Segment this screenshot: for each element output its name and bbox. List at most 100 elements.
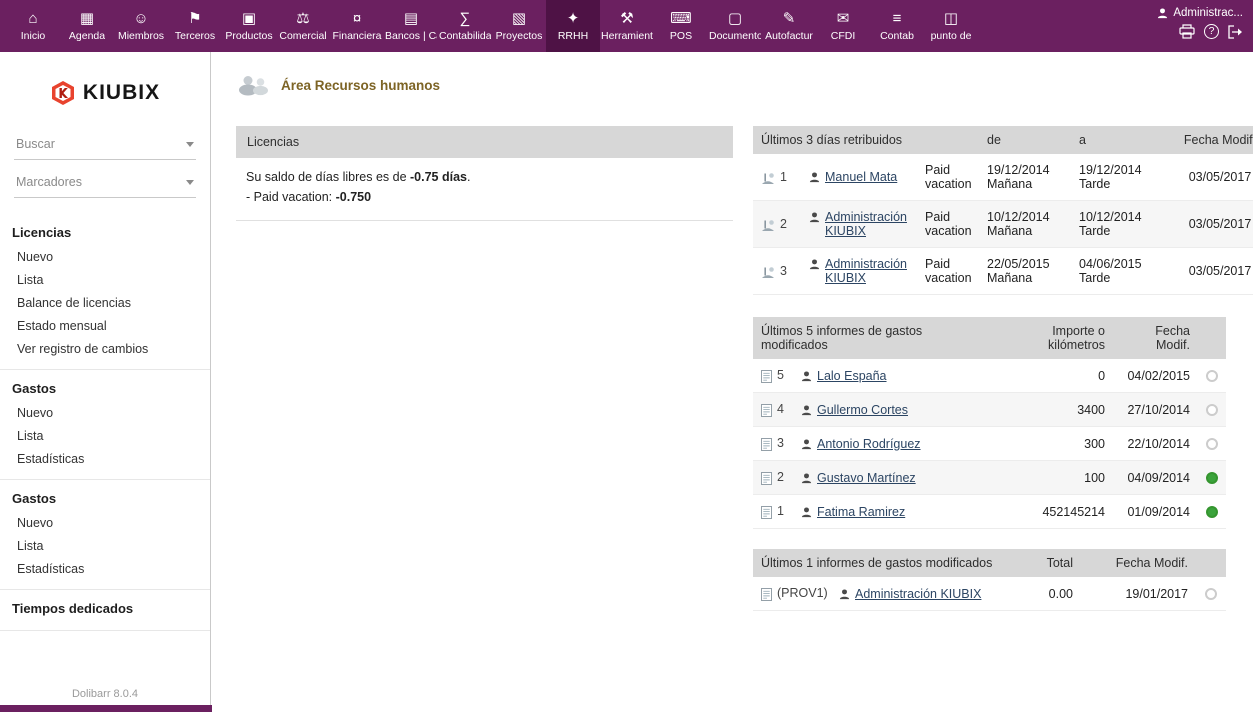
expense-report-icon — [761, 404, 772, 417]
licenses-detail-line: - Paid vacation: -0.750 — [246, 187, 723, 207]
menu-bancos[interactable]: ▤ Bancos | Ca — [384, 0, 438, 52]
help-icon: ? — [1204, 24, 1219, 39]
person-icon — [809, 212, 820, 223]
sidebar-item-tiempos-dedicados[interactable]: Tiempos dedicados — [0, 597, 210, 621]
expense-total: 0.00 — [1006, 577, 1081, 611]
from-date: 10/12/2014 — [987, 210, 1063, 224]
licenses-panel-title: Licencias — [236, 126, 733, 158]
expense-ref-link[interactable]: 2 — [777, 470, 784, 484]
sidebar-item-gastos2-lista[interactable]: Lista — [0, 534, 210, 557]
user-menu[interactable]: Administrac... — [1157, 7, 1243, 19]
expense-amount: 300 — [998, 427, 1113, 461]
expense-modified: 01/09/2014 — [1113, 495, 1198, 529]
user-icon — [1157, 8, 1168, 19]
commercial-icon: ⚖ — [296, 11, 309, 27]
menu-productos[interactable]: ▣ Productos — [222, 0, 276, 52]
main-content: Área Recursos humanos Licencias Su saldo… — [212, 52, 1253, 712]
holiday-ref-link[interactable]: 2 — [780, 217, 787, 231]
employee-link[interactable]: Administración KIUBIX — [855, 587, 981, 601]
expense-ref-link[interactable]: 4 — [777, 402, 784, 416]
sidebar-item-gastos-2[interactable]: Gastos — [0, 487, 210, 511]
sidebar-item-gastos1-lista[interactable]: Lista — [0, 424, 210, 447]
menu-terceros[interactable]: ⚑ Terceros — [168, 0, 222, 52]
bottom-bar — [0, 705, 212, 712]
expense-row: 3 Antonio Rodríguez 300 22/10/2014 — [753, 427, 1226, 461]
sidebar-item-gastos1-estadisticas[interactable]: Estadísticas — [0, 447, 210, 470]
sidebar-item-gastos-1[interactable]: Gastos — [0, 377, 210, 401]
employee-link[interactable]: Manuel Mata — [825, 170, 897, 184]
employee-link[interactable]: Antonio Rodríguez — [817, 437, 921, 451]
expense-row: 4 Gullermo Cortes 3400 27/10/2014 — [753, 393, 1226, 427]
person-icon — [839, 589, 850, 600]
holiday-icon — [761, 172, 775, 185]
expense-ref-link[interactable]: 5 — [777, 368, 784, 382]
menu-herramientas[interactable]: ⚒ Herramient — [600, 0, 654, 52]
to-half: Tarde — [1079, 271, 1159, 285]
employee-link[interactable]: Administración KIUBIX — [825, 257, 909, 285]
menu-miembros[interactable]: ☺ Miembros — [114, 0, 168, 52]
expense-row: (PROV1) Administración KIUBIX 0.00 19/01… — [753, 577, 1226, 611]
pos-terminal-icon: ◫ — [944, 11, 958, 27]
supplier-expenses-title: Últimos 1 informes de gastos modificados — [753, 549, 1006, 577]
menu-agenda[interactable]: ▦ Agenda — [60, 0, 114, 52]
holiday-ref-link[interactable]: 3 — [780, 264, 787, 278]
cfdi-icon: ✉ — [837, 11, 850, 27]
holiday-ref-link[interactable]: 1 — [780, 170, 787, 184]
print-button[interactable] — [1179, 24, 1195, 39]
expense-ref-link[interactable]: 1 — [777, 504, 784, 518]
holiday-from: 22/05/2015Mañana — [979, 248, 1071, 295]
from-date: 19/12/2014 — [987, 163, 1063, 177]
chevron-down-icon — [186, 180, 194, 185]
menu-rrhh[interactable]: ✦ RRHH — [546, 0, 600, 52]
holiday-icon — [761, 219, 775, 232]
menu-comercial[interactable]: ⚖ Comercial — [276, 0, 330, 52]
col-status — [1196, 549, 1226, 577]
projects-icon: ▧ — [512, 11, 526, 27]
expense-ref-link[interactable]: (PROV1) — [777, 586, 828, 600]
sidebar-item-licencias[interactable]: Licencias — [0, 221, 210, 245]
expense-row: 2 Gustavo Martínez 100 04/09/2014 — [753, 461, 1226, 495]
menu-documentos[interactable]: ▢ Documento — [708, 0, 762, 52]
menu-inicio[interactable]: ⌂ Inicio — [6, 0, 60, 52]
expense-ref-link[interactable]: 3 — [777, 436, 784, 450]
sidebar-item-gastos1-nuevo[interactable]: Nuevo — [0, 401, 210, 424]
search-dropdown[interactable]: Buscar — [14, 130, 196, 160]
menu-punto-de-venta[interactable]: ◫ punto de — [924, 0, 978, 52]
logo-text: KIUBIX — [83, 81, 160, 105]
sidebar-item-ver-registro-de-cambios[interactable]: Ver registro de cambios — [0, 337, 210, 360]
menu-contabilidad[interactable]: ∑ Contabilida — [438, 0, 492, 52]
employee-link[interactable]: Fatima Ramirez — [817, 505, 905, 519]
menu-cfdi[interactable]: ✉ CFDI — [816, 0, 870, 52]
section-gastos-1: Gastos Nuevo Lista Estadísticas — [0, 370, 210, 480]
sidebar-item-licencias-lista[interactable]: Lista — [0, 268, 210, 291]
help-button[interactable]: ? — [1204, 24, 1219, 39]
sidebar-item-balance-de-licencias[interactable]: Balance de licencias — [0, 291, 210, 314]
balance-text: Su saldo de días libres es de — [246, 170, 410, 184]
sidebar-item-licencias-nuevo[interactable]: Nuevo — [0, 245, 210, 268]
status-icon — [1206, 370, 1218, 382]
sidebar-item-gastos2-estadisticas[interactable]: Estadísticas — [0, 557, 210, 580]
sidebar: KIUBIX Buscar Marcadores Licencias Nuevo… — [0, 52, 211, 712]
menu-label: Autofactur — [765, 30, 813, 42]
employee-link[interactable]: Gustavo Martínez — [817, 471, 916, 485]
menu-pos[interactable]: ⌨ POS — [654, 0, 708, 52]
detail-text: - Paid vacation: — [246, 190, 336, 204]
employee-link[interactable]: Gullermo Cortes — [817, 403, 908, 417]
sidebar-item-gastos2-nuevo[interactable]: Nuevo — [0, 511, 210, 534]
dashboard-tables: Últimos 3 días retribuidos de a Fecha Mo… — [753, 126, 1226, 611]
employee-link[interactable]: Administración KIUBIX — [825, 210, 909, 238]
tools-icon: ⚒ — [620, 11, 633, 27]
calendar-icon: ▦ — [80, 11, 94, 27]
to-half: Tarde — [1079, 177, 1159, 191]
menu-proyectos[interactable]: ▧ Proyectos — [492, 0, 546, 52]
menu-contab[interactable]: ≡ Contab — [870, 0, 924, 52]
menu-autofactura[interactable]: ✎ Autofactur — [762, 0, 816, 52]
expenses-table-title: Últimos 5 informes de gastos modificados — [753, 317, 998, 359]
logout-button[interactable] — [1228, 25, 1243, 39]
bookmarks-dropdown[interactable]: Marcadores — [14, 168, 196, 198]
third-parties-icon: ⚑ — [188, 11, 201, 27]
menu-label: Terceros — [175, 30, 215, 42]
employee-link[interactable]: Lalo España — [817, 369, 887, 383]
menu-financiera[interactable]: ¤ Financiera — [330, 0, 384, 52]
sidebar-item-estado-mensual[interactable]: Estado mensual — [0, 314, 210, 337]
